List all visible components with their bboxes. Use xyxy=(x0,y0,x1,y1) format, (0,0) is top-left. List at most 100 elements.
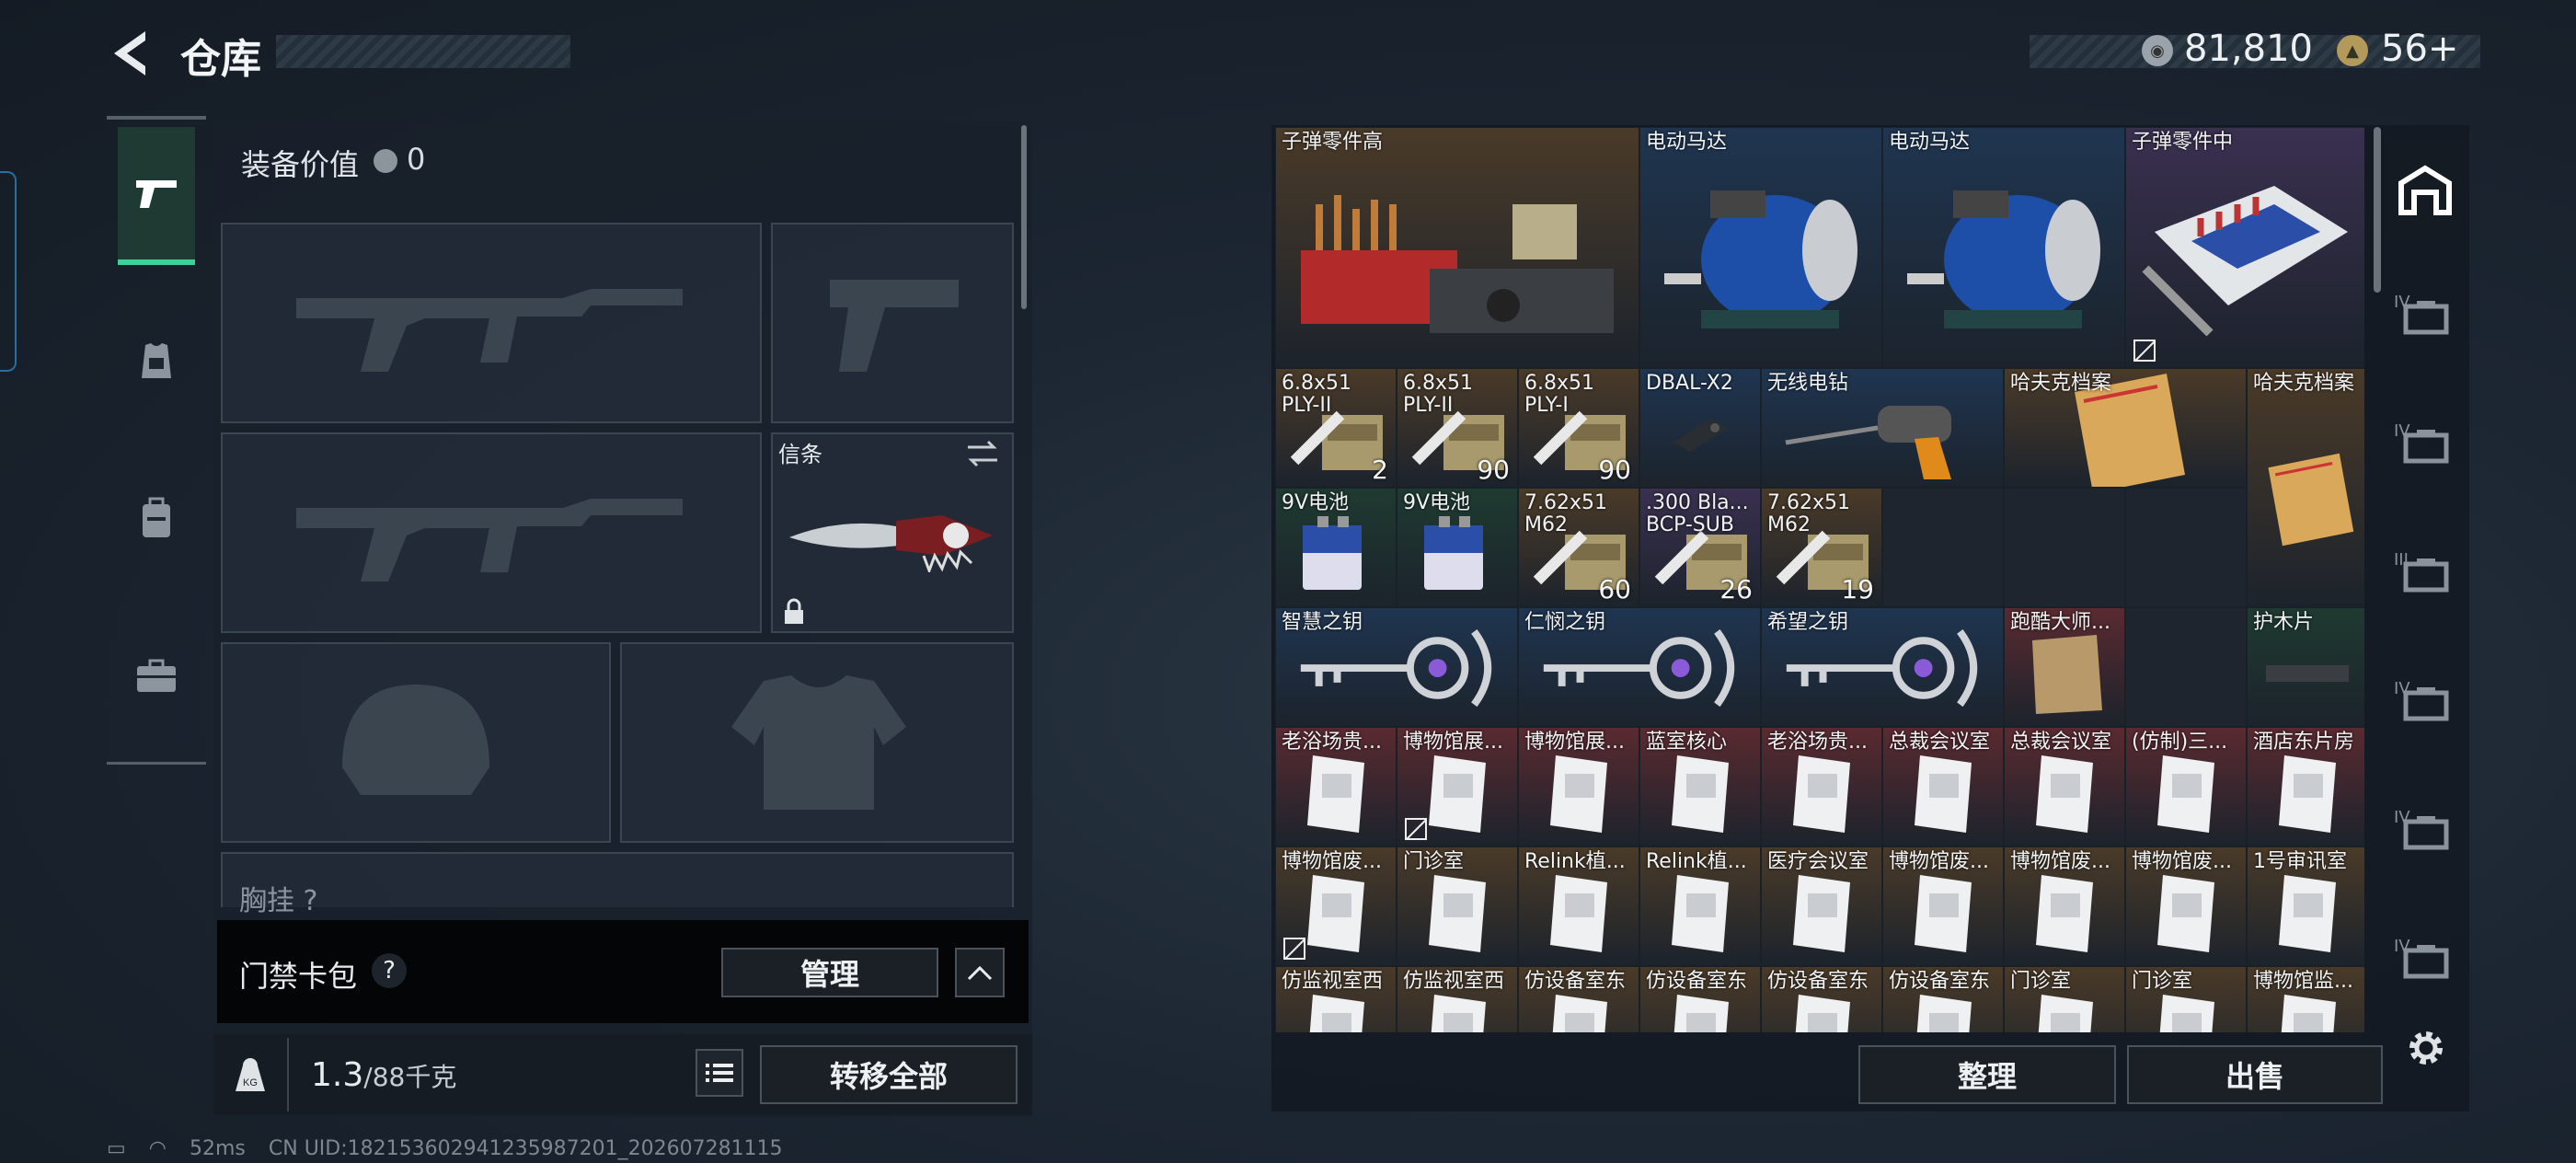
item-name: 博物馆废... xyxy=(2132,850,2232,873)
equipment-value-label: 装备价值 xyxy=(241,147,360,182)
storage-item[interactable]: 仿监视室西 xyxy=(1397,966,1518,1032)
empty-slot[interactable] xyxy=(2125,488,2247,607)
storage-item[interactable]: 博物馆监... xyxy=(2247,966,2364,1032)
storage-item[interactable]: 仿设备室东 xyxy=(1882,966,2004,1032)
help-icon[interactable]: ? xyxy=(372,953,407,988)
storage-item[interactable]: 总裁会议室 xyxy=(1882,727,2004,846)
keycard-icon xyxy=(1672,875,1729,953)
storage-item[interactable]: 电动马达 xyxy=(1882,127,2125,368)
storage-item[interactable]: Relink植... xyxy=(1518,846,1639,966)
currency-premium[interactable]: 56+ xyxy=(2381,28,2458,70)
storage-item[interactable]: 哈夫克档案 xyxy=(2004,368,2247,488)
storage-item[interactable]: 6.8x51 PLY-II 2 xyxy=(1275,368,1397,488)
item-count: 90 xyxy=(1598,455,1631,485)
item-name: 7.62x51 M62 xyxy=(1767,491,1850,536)
empty-slot[interactable] xyxy=(2004,488,2125,607)
storage-item[interactable]: .300 Bla... BCP-SUB 26 xyxy=(1639,488,1761,607)
item-name: Relink植... xyxy=(1524,850,1626,873)
storage-item[interactable]: 1号审讯室 xyxy=(2247,846,2364,966)
chest-rig-slot[interactable] xyxy=(221,852,1014,907)
item-name: 门诊室 xyxy=(2132,970,2193,993)
rifle-silhouette-icon xyxy=(296,499,683,582)
rail-divider xyxy=(107,116,206,120)
tab-storage-5[interactable]: IV xyxy=(2390,782,2460,883)
storage-item[interactable]: 博物馆废... xyxy=(1882,846,2004,966)
swap-icon[interactable] xyxy=(964,440,1001,467)
tab-backpack[interactable] xyxy=(118,449,195,587)
chevron-up-icon xyxy=(967,965,993,981)
storage-item[interactable]: 仿设备室东 xyxy=(1761,966,1882,1032)
helmet-slot[interactable] xyxy=(221,642,611,843)
storage-item[interactable]: 总裁会议室 xyxy=(2004,727,2125,846)
storage-item[interactable]: 门诊室 xyxy=(2125,966,2247,1032)
primary-weapon-slot[interactable] xyxy=(221,223,762,423)
ornate-key-icon xyxy=(1786,629,1978,708)
storage-item[interactable]: 博物馆废... xyxy=(1275,846,1397,966)
storage-item[interactable]: 仁悯之钥 xyxy=(1518,607,1761,727)
sort-button[interactable]: 整理 xyxy=(1858,1045,2116,1104)
empty-slot[interactable] xyxy=(2125,607,2247,727)
storage-item[interactable]: Relink植... xyxy=(1639,846,1761,966)
sidearm-slot[interactable] xyxy=(771,223,1014,423)
storage-item[interactable]: 9V电池 xyxy=(1275,488,1397,607)
tab-case[interactable] xyxy=(118,607,195,745)
storage-item[interactable]: (仿制)三... xyxy=(2125,727,2247,846)
storage-item[interactable]: DBAL-X2 xyxy=(1639,368,1761,488)
storage-item[interactable]: 哈夫克档案 xyxy=(2247,368,2364,607)
storage-item[interactable]: 6.8x51 PLY-II 90 xyxy=(1397,368,1518,488)
storage-item[interactable]: 门诊室 xyxy=(1397,846,1518,966)
storage-item[interactable]: 智慧之钥 xyxy=(1275,607,1518,727)
list-view-button[interactable] xyxy=(696,1049,743,1097)
storage-item[interactable]: 仿设备室东 xyxy=(1639,966,1761,1032)
storage-grid: 子弹零件高 电动马达 电动马达 子弹零件中 6.8x51 PLY-II 2 6.8x51 P… xyxy=(1275,127,2364,1032)
empty-slot[interactable] xyxy=(1882,488,2004,607)
storage-item[interactable]: 电动马达 xyxy=(1639,127,1882,368)
storage-item[interactable]: 蓝室核心 xyxy=(1639,727,1761,846)
tab-main-storage[interactable] xyxy=(2390,140,2460,241)
tab-storage-2[interactable]: IV xyxy=(2390,396,2460,497)
storage-item[interactable]: 跑酷大师... xyxy=(2004,607,2125,727)
storage-item[interactable]: 子弹零件中 xyxy=(2125,127,2364,368)
tab-weapons[interactable] xyxy=(118,127,195,265)
tab-storage-1[interactable]: IV xyxy=(2390,267,2460,368)
storage-item[interactable]: 博物馆展... xyxy=(1518,727,1639,846)
tab-storage-6[interactable]: IV xyxy=(2390,911,2460,1012)
tab-armor[interactable] xyxy=(118,293,195,431)
item-name: 仿设备室东 xyxy=(1524,970,1627,993)
storage-item[interactable]: 仿监视室西 xyxy=(1275,966,1397,1032)
storage-item[interactable]: 老浴场贵... xyxy=(1275,727,1397,846)
sell-button[interactable]: 出售 xyxy=(2127,1045,2383,1104)
manage-button[interactable]: 管理 xyxy=(721,948,938,997)
storage-scrollbar[interactable] xyxy=(2374,127,2381,293)
storage-item[interactable]: 7.62x51 M62 60 xyxy=(1518,488,1639,607)
armor-slot[interactable] xyxy=(620,642,1014,843)
secondary-weapon-slot[interactable] xyxy=(221,432,762,633)
storage-item[interactable]: 9V电池 xyxy=(1397,488,1518,607)
tab-storage-3[interactable]: III xyxy=(2390,524,2460,626)
storage-item[interactable]: 子弹零件高 xyxy=(1275,127,1639,368)
warehouse-icon xyxy=(2398,165,2452,215)
back-arrow-icon[interactable] xyxy=(109,28,155,79)
storage-item[interactable]: 老浴场贵... xyxy=(1761,727,1882,846)
transfer-all-button[interactable]: 转移全部 xyxy=(760,1045,1018,1104)
item-name: 9V电池 xyxy=(1282,491,1350,514)
storage-item[interactable]: 酒店东片房 xyxy=(2247,727,2364,846)
storage-item[interactable]: 护木片 xyxy=(2247,607,2364,727)
item-name: 9V电池 xyxy=(1403,491,1471,514)
storage-item[interactable]: 无线电钻 xyxy=(1761,368,2004,488)
item-name: 护木片 xyxy=(2253,611,2315,634)
storage-item[interactable]: 6.8x51 PLY-I 90 xyxy=(1518,368,1639,488)
storage-item[interactable]: 7.62x51 M62 19 xyxy=(1761,488,1882,607)
storage-item[interactable]: 博物馆废... xyxy=(2125,846,2247,966)
tab-storage-4[interactable]: IV xyxy=(2390,653,2460,754)
storage-item[interactable]: 博物馆废... xyxy=(2004,846,2125,966)
storage-item[interactable]: 希望之钥 xyxy=(1761,607,2004,727)
storage-item[interactable]: 医疗会议室 xyxy=(1761,846,1882,966)
side-drawer-handle[interactable] xyxy=(0,171,17,372)
expand-button[interactable] xyxy=(955,948,1005,997)
storage-item[interactable]: 门诊室 xyxy=(2004,966,2125,1032)
gear-icon[interactable] xyxy=(2403,1025,2449,1071)
equipment-scrollbar[interactable] xyxy=(1021,125,1027,309)
storage-item[interactable]: 博物馆展... xyxy=(1397,727,1518,846)
storage-item[interactable]: 仿设备室东 xyxy=(1518,966,1639,1032)
